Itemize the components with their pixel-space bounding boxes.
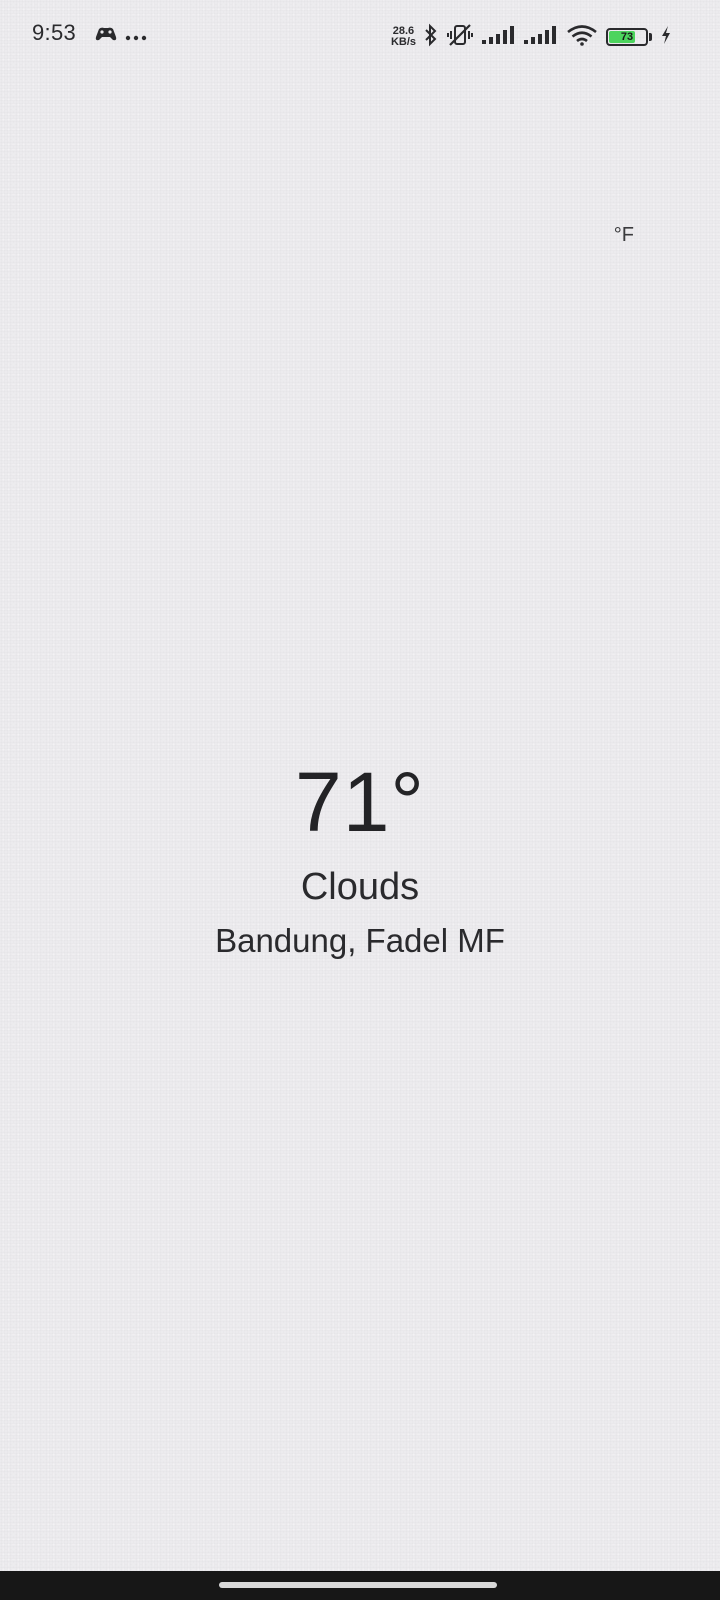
unit-toggle-button[interactable]: °F (614, 224, 634, 247)
network-speed: 28.6 KB/s (391, 26, 416, 48)
signal-icon (524, 25, 558, 50)
battery-level: 73 (620, 31, 634, 43)
more-dots-icon (125, 28, 147, 46)
charging-icon (660, 25, 672, 50)
network-speed-unit: KB/s (390, 36, 416, 48)
wifi-icon (566, 24, 598, 51)
weather-condition: Clouds (300, 866, 420, 908)
status-bar: 9:53 28.6 KB/s 73 (0, 0, 720, 72)
status-time: 9:53 (32, 20, 77, 45)
battery-body: 73 (606, 28, 648, 46)
temperature: 71° (294, 755, 426, 849)
weather-summary: 71° Clouds Bandung, Fadel MF (0, 760, 720, 957)
status-left-icons (95, 26, 147, 47)
navigation-bar (0, 1571, 720, 1600)
location-label: Bandung, Fadel MF (215, 922, 505, 959)
battery-icon: 73 (606, 28, 652, 46)
battery-cap (649, 33, 652, 41)
game-controller-icon (95, 26, 117, 47)
vibrate-off-icon (446, 23, 474, 52)
home-indicator[interactable] (219, 1582, 497, 1588)
status-right-icons: 28.6 KB/s 73 (391, 22, 672, 52)
bluetooth-icon (424, 23, 438, 52)
signal-icon (482, 25, 516, 50)
